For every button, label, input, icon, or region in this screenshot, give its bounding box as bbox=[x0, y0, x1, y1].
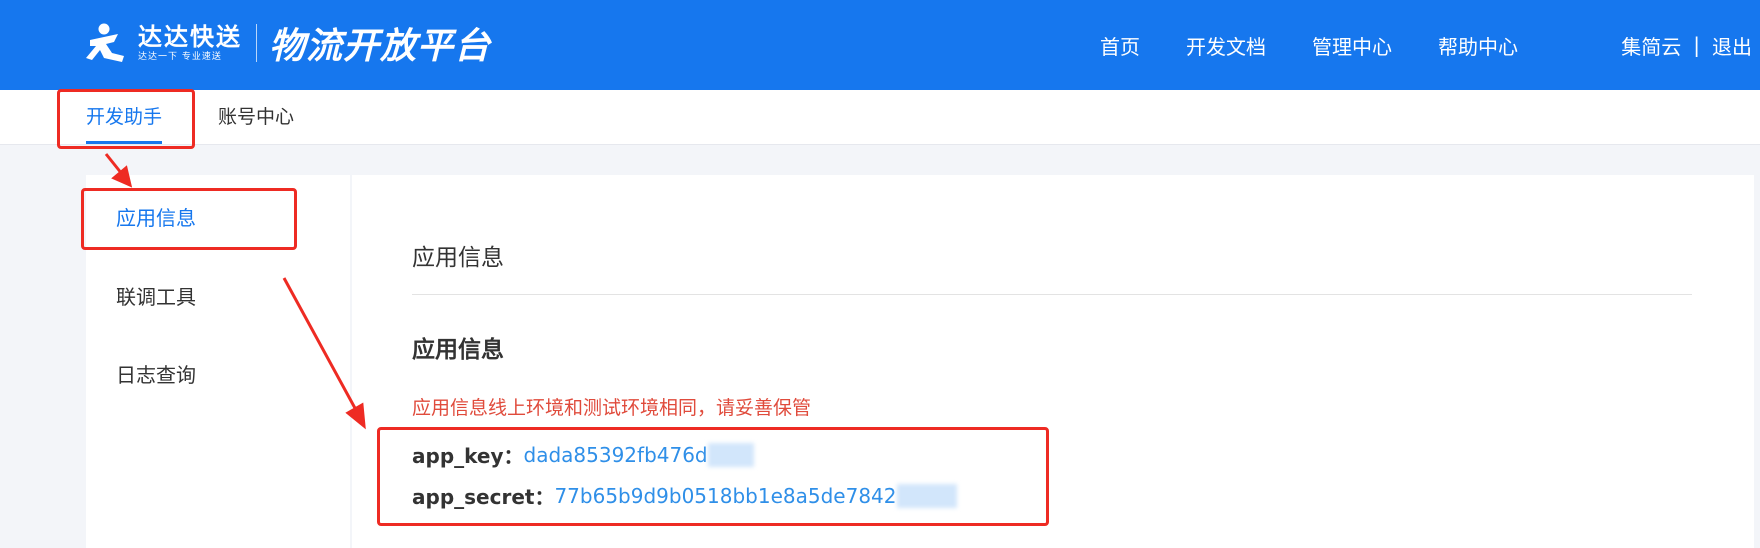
user-separator: | bbox=[1693, 33, 1700, 57]
annotation-box-dev-assistant bbox=[57, 89, 195, 149]
nav-item-home[interactable]: 首页 bbox=[1100, 31, 1140, 60]
logo-divider bbox=[256, 24, 257, 62]
top-bar: 达达快送 达达一下 专业速送 物流开放平台 首页 开发文档 管理中心 帮助中心 … bbox=[0, 0, 1760, 90]
dada-logo-icon bbox=[86, 23, 124, 62]
side-item-log-query[interactable]: 日志查询 bbox=[116, 359, 196, 388]
logo[interactable]: 达达快送 达达一下 专业速送 物流开放平台 bbox=[84, 18, 491, 68]
main-nav: 首页 开发文档 管理中心 帮助中心 bbox=[1100, 0, 1564, 90]
page-title: 应用信息 bbox=[412, 245, 504, 271]
nav-item-docs[interactable]: 开发文档 bbox=[1186, 31, 1266, 60]
annotation-box-app-info bbox=[81, 188, 297, 250]
title-divider bbox=[412, 294, 1692, 295]
nav-item-management[interactable]: 管理中心 bbox=[1312, 31, 1392, 60]
brand-name: 达达快送 达达一下 专业速送 bbox=[138, 23, 242, 63]
brand-slogan: 达达一下 专业速送 bbox=[138, 52, 222, 62]
user-name[interactable]: 集简云 bbox=[1621, 31, 1681, 60]
section-title: 应用信息 bbox=[412, 337, 504, 363]
user-area: 集简云 | 退出 bbox=[1621, 0, 1752, 90]
notice-text: 应用信息线上环境和测试环境相同，请妥善保管 bbox=[412, 397, 812, 419]
side-item-debug-tools[interactable]: 联调工具 bbox=[116, 281, 196, 310]
annotation-box-credentials bbox=[377, 427, 1049, 526]
logout-link[interactable]: 退出 bbox=[1712, 31, 1752, 60]
platform-title: 物流开放平台 bbox=[269, 26, 492, 67]
brand-title: 达达快送 bbox=[138, 23, 242, 51]
sub-tabs: 开发助手 账号中心 bbox=[0, 90, 1760, 145]
nav-item-help[interactable]: 帮助中心 bbox=[1438, 31, 1518, 60]
tab-account-center[interactable]: 账号中心 bbox=[218, 90, 294, 144]
